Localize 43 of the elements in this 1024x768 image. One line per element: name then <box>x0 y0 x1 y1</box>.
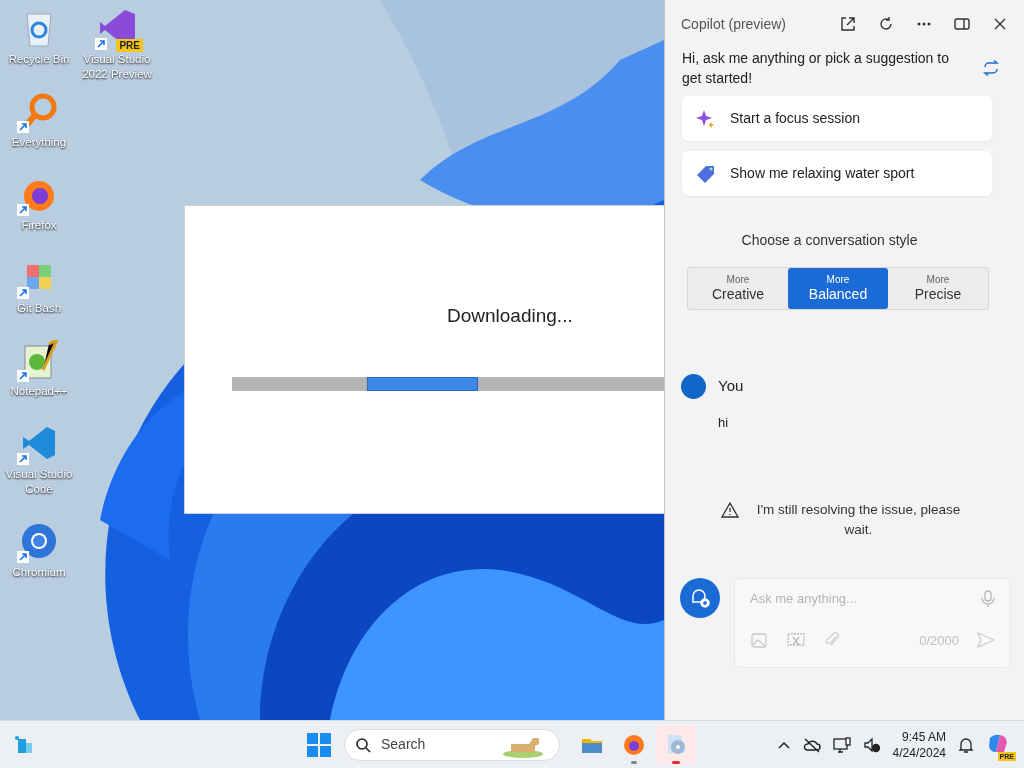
tag-icon <box>696 163 716 184</box>
cloud-off-icon[interactable] <box>802 736 821 753</box>
start-icon[interactable] <box>306 731 332 758</box>
warning-icon <box>720 502 739 518</box>
search-placeholder: Search <box>381 735 427 754</box>
panel-title: Copilot (preview) <box>681 14 788 34</box>
bell-icon[interactable] <box>958 735 974 754</box>
desktop-icon-label: Everything <box>11 135 67 150</box>
preview-badge: PRE <box>116 39 143 52</box>
desktop-icon-label: Git Bash <box>16 301 62 316</box>
clock-date[interactable]: 4/24/2024 <box>892 744 946 761</box>
desktop-icon-label: Recycle Bin <box>8 52 70 67</box>
search-box[interactable]: Search <box>344 728 560 761</box>
speaker-muted-icon[interactable] <box>862 736 881 753</box>
desktop-icon-label: Visual Studio 2022 Preview <box>81 52 153 82</box>
user-avatar <box>681 374 706 399</box>
style-heading: Choose a conversation style <box>741 231 919 250</box>
download-status: Downloading... <box>447 304 573 328</box>
status-notice: I'm still resolving the issue, please wait. <box>755 501 962 539</box>
chat-add-icon <box>689 587 711 609</box>
new-topic-button[interactable] <box>680 578 720 618</box>
style-option[interactable]: More Balanced <box>788 268 888 309</box>
desktop-icon-label: Notepad++ <box>10 384 68 399</box>
clock-time[interactable]: 9:45 AM <box>901 728 946 745</box>
style-option[interactable]: More Precise <box>888 268 988 309</box>
network-icon[interactable] <box>832 736 851 753</box>
message-text: hi <box>718 414 730 432</box>
firefox-icon <box>622 732 646 757</box>
desktop-icon-label: Chromium <box>12 565 66 580</box>
style-option[interactable]: More Creative <box>688 268 788 309</box>
search-icon <box>355 736 371 753</box>
message-author: You <box>718 376 744 397</box>
chat-input[interactable]: Ask me anything... <box>750 589 981 609</box>
suggestion-card[interactable]: Show me relaxing water sport <box>682 151 992 196</box>
sparkle-icon <box>696 108 716 129</box>
greeting-text: Hi, ask me anything or pick a suggestion to get started! <box>682 49 950 88</box>
shuffle-icon[interactable] <box>982 60 1000 76</box>
desktop-icon-label: Firefox <box>21 218 57 233</box>
character-counter: 0/2000 <box>919 631 959 650</box>
suggestion-card[interactable]: Start a focus session <box>682 96 992 141</box>
desktop-shortcut[interactable]: PRE Visual Studio 2022 Preview <box>78 6 156 82</box>
chromium-icon <box>19 521 59 561</box>
desktop-icon-label: Visual Studio Code <box>4 467 74 497</box>
